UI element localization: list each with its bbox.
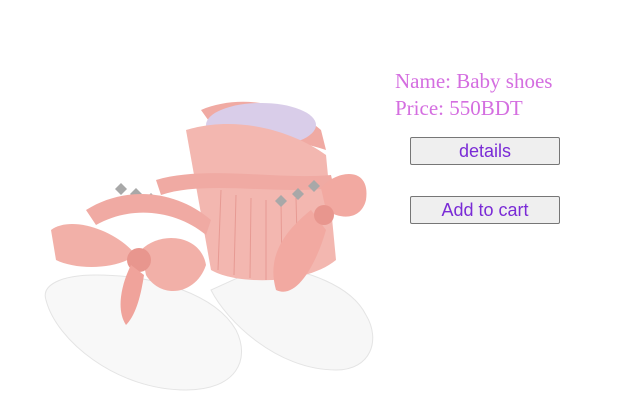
- product-price: Price: 550BDT: [395, 96, 523, 120]
- product-image: [44, 101, 374, 391]
- product-card: Name: Baby shoes Price: 550BDT details A…: [0, 0, 624, 405]
- details-button[interactable]: details: [410, 137, 560, 165]
- product-name: Name: Baby shoes: [395, 69, 553, 93]
- product-info: Name: Baby shoes Price: 550BDT details A…: [395, 68, 595, 224]
- add-to-cart-button[interactable]: Add to cart: [410, 196, 560, 224]
